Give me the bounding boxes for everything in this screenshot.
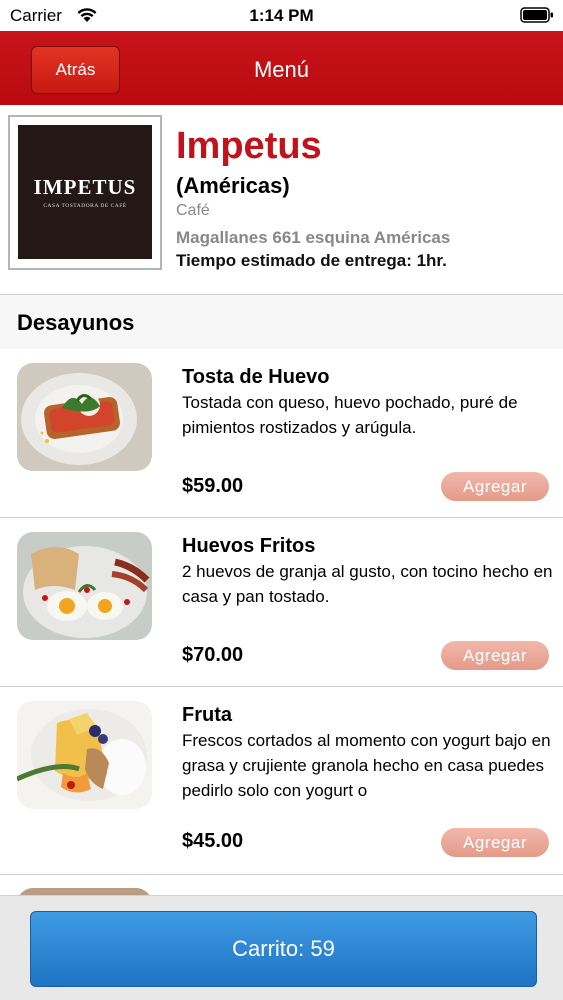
item-name: Fruta <box>182 704 232 726</box>
item-photo <box>17 363 152 471</box>
item-price: $70.00 <box>182 644 244 666</box>
section-header: Desayunos <box>0 294 563 349</box>
cart-bar: Carrito: 59 <box>0 895 563 1000</box>
menu-item[interactable]: Huevos Fritos 2 huevos de granja al gust… <box>0 518 563 687</box>
page-title: Menú <box>253 57 310 82</box>
restaurant-branch: (Américas) <box>176 173 290 198</box>
restaurant-header: IMPETUS CASA TOSTADORA DE CAFÉ Impetus (… <box>0 105 563 294</box>
add-to-cart-button[interactable]: Agregar <box>441 828 549 857</box>
item-photo <box>17 532 152 640</box>
section-title: Desayunos <box>17 310 135 335</box>
restaurant-type: Café <box>176 202 210 219</box>
restaurant-name: Impetus <box>176 125 322 167</box>
delivery-time: Tiempo estimado de entrega: 1hr. <box>176 251 447 270</box>
menu-item[interactable]: Tosta de Huevo Tostada con queso, huevo … <box>0 349 563 518</box>
item-name: Tosta de Huevo <box>182 366 330 388</box>
logo-wordmark: IMPETUS <box>33 175 137 199</box>
restaurant-logo-frame: IMPETUS CASA TOSTADORA DE CAFÉ <box>8 115 162 270</box>
item-price: $45.00 <box>182 830 244 852</box>
status-time: 1:14 PM <box>249 6 314 25</box>
restaurant-address: Magallanes 661 esquina Américas <box>176 228 451 247</box>
logo-tagline: CASA TOSTADORA DE CAFÉ <box>43 203 127 209</box>
cart-button[interactable]: Carrito: 59 <box>30 911 537 987</box>
navigation-bar: Atrás Menú <box>0 31 563 105</box>
add-to-cart-button[interactable]: Agregar <box>441 472 549 501</box>
item-price: $59.00 <box>182 475 244 497</box>
restaurant-logo: IMPETUS CASA TOSTADORA DE CAFÉ <box>18 125 152 259</box>
item-description: Tostada con queso, huevo pochado, puré d… <box>182 393 518 437</box>
add-to-cart-button[interactable]: Agregar <box>441 641 549 670</box>
item-description: 2 huevos de granja al gusto, con tocino … <box>182 562 553 606</box>
status-bar: Carrier 1:14 PM <box>0 0 563 31</box>
battery-icon <box>520 7 553 23</box>
item-photo <box>17 701 152 809</box>
menu-item[interactable]: Fruta Frescos cortados al momento con yo… <box>0 687 563 875</box>
item-name: Huevos Fritos <box>182 535 316 557</box>
item-description: Frescos cortados al momento con yogurt b… <box>182 731 551 800</box>
